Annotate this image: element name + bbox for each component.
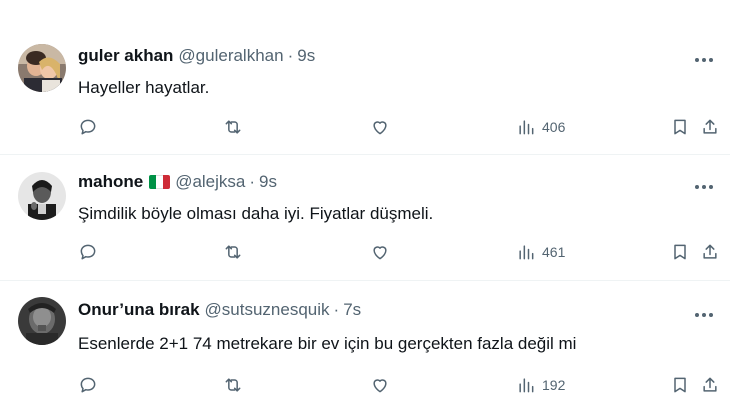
- separator-dot: ·: [249, 172, 256, 191]
- retweet-icon: [225, 245, 241, 259]
- share-button[interactable]: [700, 115, 720, 139]
- tweet-text: Şimdilik böyle olması daha iyi. Fiyatlar…: [78, 204, 434, 223]
- tweet-feed: guler akhan @guleralkhan · 9s Hayeller h…: [0, 0, 730, 420]
- separator-dot: ·: [333, 300, 340, 319]
- share-icon: [703, 377, 717, 392]
- user-handle[interactable]: @alejksa: [175, 172, 245, 192]
- views-bar-chart-icon: [519, 245, 534, 260]
- reply-icon: [80, 119, 96, 135]
- reply-icon: [80, 377, 96, 393]
- share-button[interactable]: [700, 373, 720, 397]
- display-name[interactable]: mahone: [78, 172, 143, 192]
- views-bar-chart-icon: [519, 120, 534, 135]
- bookmark-button[interactable]: [670, 373, 690, 397]
- views-bar-chart-icon: [519, 378, 534, 393]
- bookmark-icon: [674, 119, 686, 135]
- tweet-header: Onur’una bırak @sutsuznesquik · 7s: [78, 300, 361, 320]
- views-button[interactable]: 406: [516, 115, 565, 139]
- timestamp[interactable]: 7s: [343, 300, 361, 320]
- avatar[interactable]: [18, 172, 66, 220]
- retweet-icon: [225, 120, 241, 134]
- like-button[interactable]: [370, 115, 390, 139]
- display-name[interactable]: guler akhan: [78, 46, 173, 66]
- bookmark-button[interactable]: [670, 240, 690, 264]
- tweet[interactable]: guler akhan @guleralkhan · 9s Hayeller h…: [0, 0, 730, 155]
- tweet-actions: 192: [78, 373, 720, 397]
- retweet-button[interactable]: [223, 240, 243, 264]
- display-name[interactable]: Onur’una bırak: [78, 300, 200, 320]
- user-handle[interactable]: @sutsuznesquik: [205, 300, 330, 320]
- bookmark-button[interactable]: [670, 115, 690, 139]
- tweet-actions: 461: [78, 240, 720, 264]
- view-count: 461: [542, 244, 566, 260]
- tweet-header: mahone @alejksa · 9s: [78, 172, 277, 192]
- bookmark-icon: [674, 244, 686, 260]
- timestamp[interactable]: 9s: [297, 46, 315, 66]
- retweet-button[interactable]: [223, 115, 243, 139]
- share-icon: [703, 244, 717, 259]
- retweet-button[interactable]: [223, 373, 243, 397]
- like-button[interactable]: [370, 240, 390, 264]
- reply-icon: [80, 244, 96, 260]
- view-count: 406: [542, 119, 566, 135]
- tweet-text: Esenlerde 2+1 74 metrekare bir ev için b…: [78, 334, 577, 353]
- heart-icon: [373, 246, 387, 260]
- separator-dot: ·: [287, 46, 294, 65]
- heart-icon: [373, 379, 387, 393]
- reply-button[interactable]: [78, 240, 98, 264]
- tweet-header: guler akhan @guleralkhan · 9s: [78, 46, 315, 66]
- views-button[interactable]: 192: [516, 373, 565, 397]
- views-button[interactable]: 461: [516, 240, 565, 264]
- avatar[interactable]: [18, 297, 66, 345]
- timestamp[interactable]: 9s: [259, 172, 277, 192]
- share-button[interactable]: [700, 240, 720, 264]
- heart-icon: [373, 121, 387, 135]
- reply-button[interactable]: [78, 373, 98, 397]
- tweet-actions: 406: [78, 115, 720, 139]
- more-horizontal-icon[interactable]: [692, 177, 716, 197]
- tweet[interactable]: mahone @alejksa · 9s Şimdilik böyle olma…: [0, 155, 730, 281]
- more-horizontal-icon[interactable]: [692, 50, 716, 70]
- like-button[interactable]: [370, 373, 390, 397]
- bookmark-icon: [674, 377, 686, 393]
- tweet-text: Hayeller hayatlar.: [78, 78, 210, 97]
- view-count: 192: [542, 377, 566, 393]
- user-handle[interactable]: @guleralkhan: [178, 46, 283, 66]
- reply-button[interactable]: [78, 115, 98, 139]
- share-icon: [703, 119, 717, 134]
- retweet-icon: [225, 378, 241, 392]
- more-horizontal-icon[interactable]: [692, 305, 716, 325]
- italy-flag-icon: [149, 175, 171, 189]
- avatar[interactable]: [18, 44, 66, 92]
- tweet[interactable]: Onur’una bırak @sutsuznesquik · 7s Esenl…: [0, 281, 730, 420]
